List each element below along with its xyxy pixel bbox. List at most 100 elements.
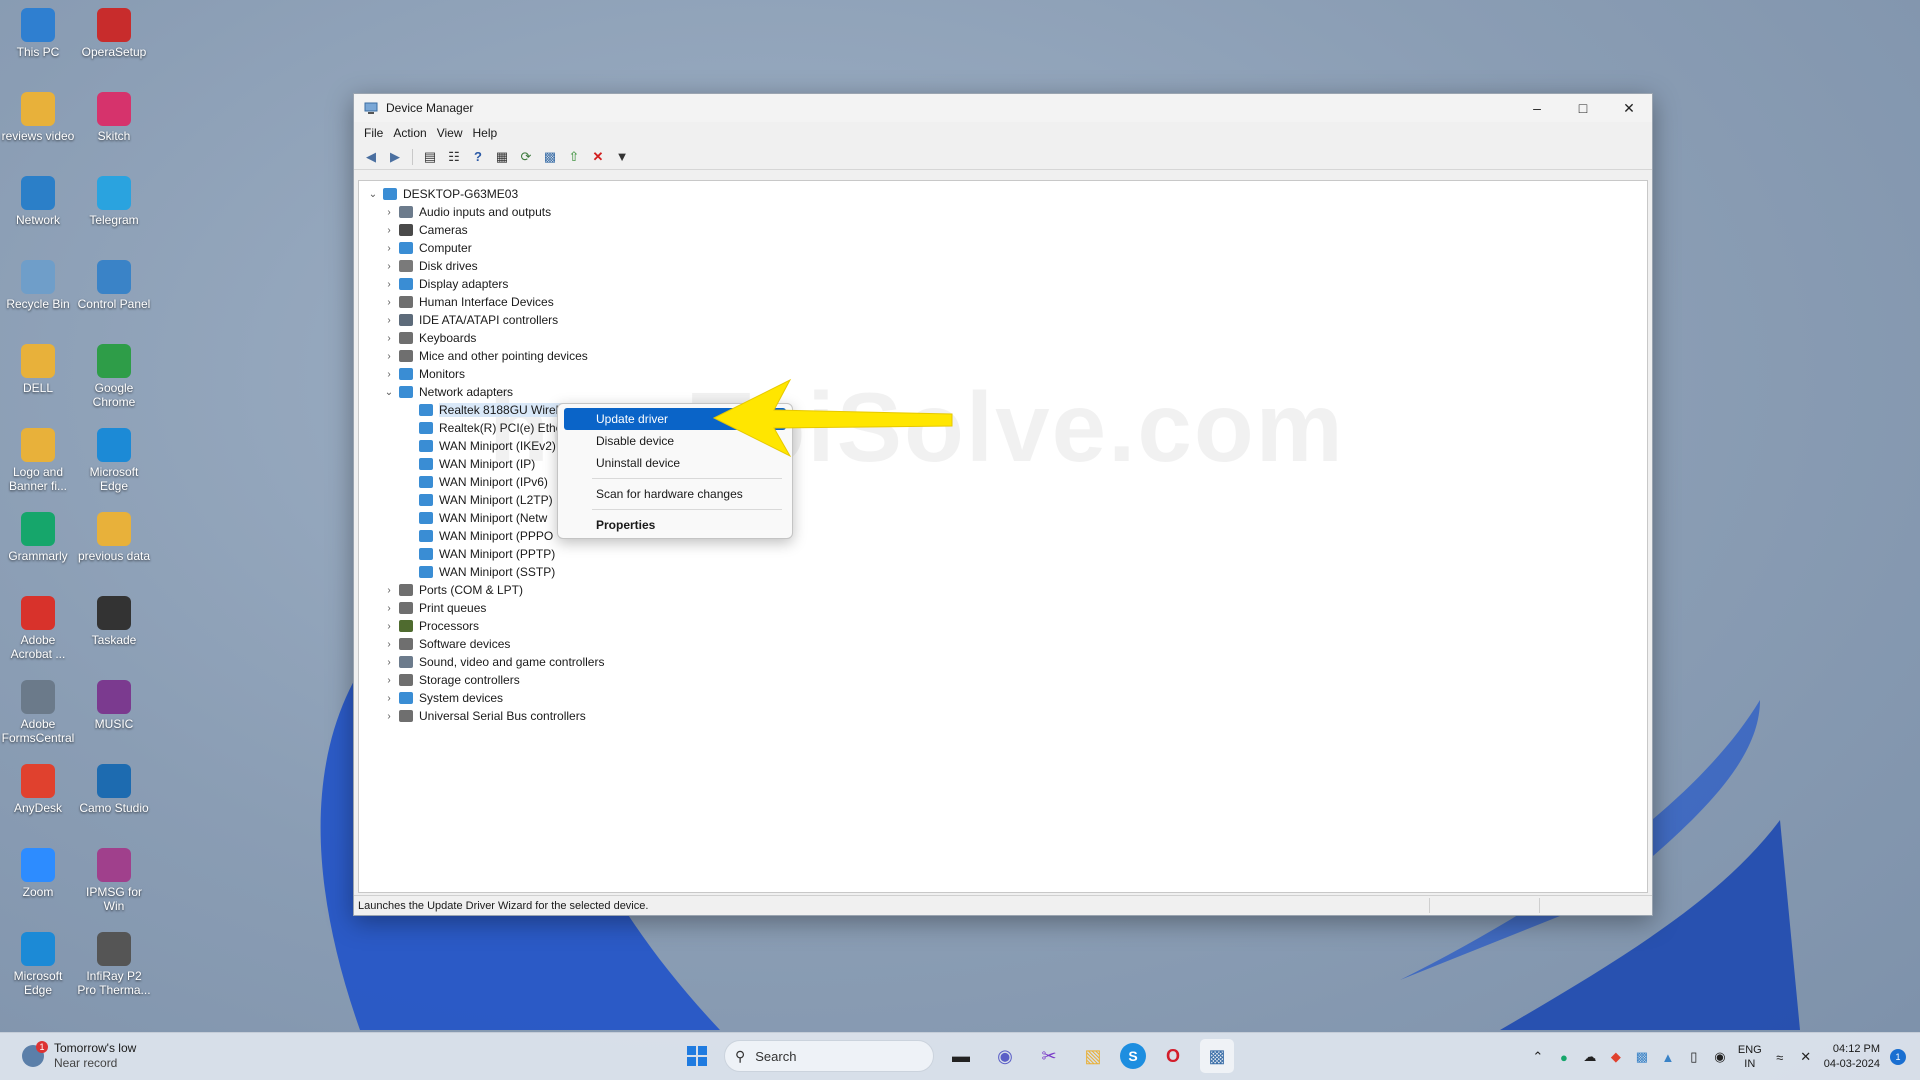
tree-category[interactable]: › Ports (COM & LPT) [365, 581, 698, 599]
tree-category[interactable]: › Universal Serial Bus controllers [365, 707, 698, 725]
help-icon[interactable]: ? [469, 148, 487, 166]
chevron-right-icon[interactable]: › [381, 207, 397, 218]
desktop-icon[interactable]: Logo and Banner fi... [0, 428, 76, 493]
menu-view[interactable]: View [435, 124, 471, 142]
uninstall-icon[interactable]: ✕ [589, 148, 607, 166]
chevron-right-icon[interactable]: › [381, 279, 397, 290]
chevron-right-icon[interactable]: › [381, 657, 397, 668]
chevron-right-icon[interactable]: › [381, 369, 397, 380]
start-icon[interactable] [680, 1039, 714, 1073]
chevron-right-icon[interactable]: › [381, 585, 397, 596]
chevron-right-icon[interactable]: › [381, 225, 397, 236]
chevron-right-icon[interactable]: › [381, 351, 397, 362]
network-adapter-item[interactable]: WAN Miniport (SSTP) [365, 563, 698, 581]
desktop-icon[interactable]: Network [0, 176, 76, 227]
language-indicator[interactable]: ENG IN [1738, 1043, 1762, 1071]
menu-item-properties[interactable]: Properties [564, 514, 786, 536]
tree-category[interactable]: › Storage controllers [365, 671, 698, 689]
chevron-right-icon[interactable]: › [381, 693, 397, 704]
tree-category[interactable]: › Monitors [365, 365, 698, 383]
skype-icon[interactable]: S [1120, 1043, 1146, 1069]
tree-category[interactable]: › Mice and other pointing devices [365, 347, 698, 365]
chevron-right-icon[interactable]: › [381, 603, 397, 614]
opera-icon[interactable]: O [1156, 1039, 1190, 1073]
chevron-right-icon[interactable]: › [381, 315, 397, 326]
desktop-icon[interactable]: Adobe FormsCentral [0, 680, 76, 745]
weather-widget[interactable]: 1 Tomorrow's low Near record [22, 1041, 136, 1071]
teams-chat-icon[interactable]: ◉ [988, 1039, 1022, 1073]
desktop-icon[interactable]: reviews video [0, 92, 76, 143]
desktop-icon[interactable]: This PC [0, 8, 76, 59]
desktop-icon[interactable]: Microsoft Edge [76, 428, 152, 493]
tree-root[interactable]: ⌄ DESKTOP-G63ME03 [365, 185, 698, 203]
tree-category[interactable]: › Display adapters [365, 275, 698, 293]
chevron-down-icon[interactable]: ⌄ [365, 189, 381, 200]
minimize-button[interactable]: – [1514, 94, 1560, 122]
chevron-right-icon[interactable]: › [381, 261, 397, 272]
tree-category[interactable]: › Sound, video and game controllers [365, 653, 698, 671]
desktop-icon[interactable]: OperaSetup [76, 8, 152, 59]
forward-icon[interactable]: ▶ [386, 148, 404, 166]
desktop-icon[interactable]: InfiRay P2 Pro Therma... [76, 932, 152, 997]
tree-category[interactable]: › Human Interface Devices [365, 293, 698, 311]
menu-action[interactable]: Action [391, 124, 434, 142]
chevron-right-icon[interactable]: › [381, 333, 397, 344]
desktop-icon[interactable]: Control Panel [76, 260, 152, 311]
tree-category[interactable]: › Cameras [365, 221, 698, 239]
desktop-icon[interactable]: Skitch [76, 92, 152, 143]
network-tray-icon[interactable]: ▲ [1660, 1049, 1676, 1065]
desktop-icon[interactable]: Google Chrome [76, 344, 152, 409]
chevron-right-icon[interactable]: › [381, 297, 397, 308]
tree-category[interactable]: › Print queues [365, 599, 698, 617]
update-driver-icon[interactable]: ⇧ [565, 148, 583, 166]
show-hide-console-tree-icon[interactable]: ▤ [421, 148, 439, 166]
chevron-right-icon[interactable]: › [381, 711, 397, 722]
scan-hardware-icon[interactable]: ⟳ [517, 148, 535, 166]
tree-category[interactable]: › Computer [365, 239, 698, 257]
menu-help[interactable]: Help [471, 124, 506, 142]
monitor-icon[interactable]: ▩ [541, 148, 559, 166]
chevron-right-icon[interactable]: › [381, 639, 397, 650]
maximize-button[interactable]: □ [1560, 94, 1606, 122]
tree-category[interactable]: ⌄ Network adapters [365, 383, 698, 401]
tree-category[interactable]: › Software devices [365, 635, 698, 653]
desktop-icon[interactable]: Taskade [76, 596, 152, 647]
onedrive-icon[interactable]: ☁ [1582, 1049, 1598, 1065]
chevron-right-icon[interactable]: › [381, 675, 397, 686]
file-explorer-icon[interactable]: ▧ [1076, 1039, 1110, 1073]
menu-file[interactable]: File [362, 124, 391, 142]
desktop-icon[interactable]: Grammarly [0, 512, 76, 563]
tree-category[interactable]: › Keyboards [365, 329, 698, 347]
desktop-icon[interactable]: MUSIC [76, 680, 152, 731]
chevron-down-icon[interactable]: ⌄ [381, 387, 397, 398]
usb-icon[interactable]: ▯ [1686, 1049, 1702, 1065]
close-button[interactable]: ✕ [1606, 94, 1652, 122]
action-pane-icon[interactable]: ▦ [493, 148, 511, 166]
tree-category[interactable]: › Processors [365, 617, 698, 635]
device-manager-taskbar-icon[interactable]: ▩ [1200, 1039, 1234, 1073]
anydesk-tray-icon[interactable]: ◆ [1608, 1049, 1624, 1065]
desktop-icon[interactable]: Telegram [76, 176, 152, 227]
desktop-icon[interactable]: Camo Studio [76, 764, 152, 815]
network-adapter-item[interactable]: WAN Miniport (PPTP) [365, 545, 698, 563]
camera-icon[interactable]: ◉ [1712, 1049, 1728, 1065]
chevron-right-icon[interactable]: › [381, 243, 397, 254]
back-icon[interactable]: ◀ [362, 148, 380, 166]
task-view-icon[interactable]: ▬ [944, 1039, 978, 1073]
desktop-icon[interactable]: Microsoft Edge [0, 932, 76, 997]
snipping-tool-icon[interactable]: ✂ [1032, 1039, 1066, 1073]
desktop-icon[interactable]: Recycle Bin [0, 260, 76, 311]
desktop-icon[interactable]: IPMSG for Win [76, 848, 152, 913]
clock[interactable]: 04:12 PM 04-03-2024 [1824, 1042, 1880, 1072]
app-tray-icon[interactable]: ▩ [1634, 1049, 1650, 1065]
enable-device-icon[interactable]: ▼ [613, 148, 631, 166]
notification-badge[interactable]: 1 [1890, 1049, 1906, 1065]
desktop-icon[interactable]: AnyDesk [0, 764, 76, 815]
tree-category[interactable]: › IDE ATA/ATAPI controllers [365, 311, 698, 329]
wifi-icon[interactable]: ≈ [1772, 1049, 1788, 1065]
chevron-up-icon[interactable]: ⌃ [1530, 1049, 1546, 1065]
menu-item-scan-hardware[interactable]: Scan for hardware changes [564, 483, 786, 505]
grammarly-tray-icon[interactable]: ● [1556, 1049, 1572, 1065]
desktop-icon[interactable]: DELL [0, 344, 76, 395]
properties-icon[interactable]: ☷ [445, 148, 463, 166]
